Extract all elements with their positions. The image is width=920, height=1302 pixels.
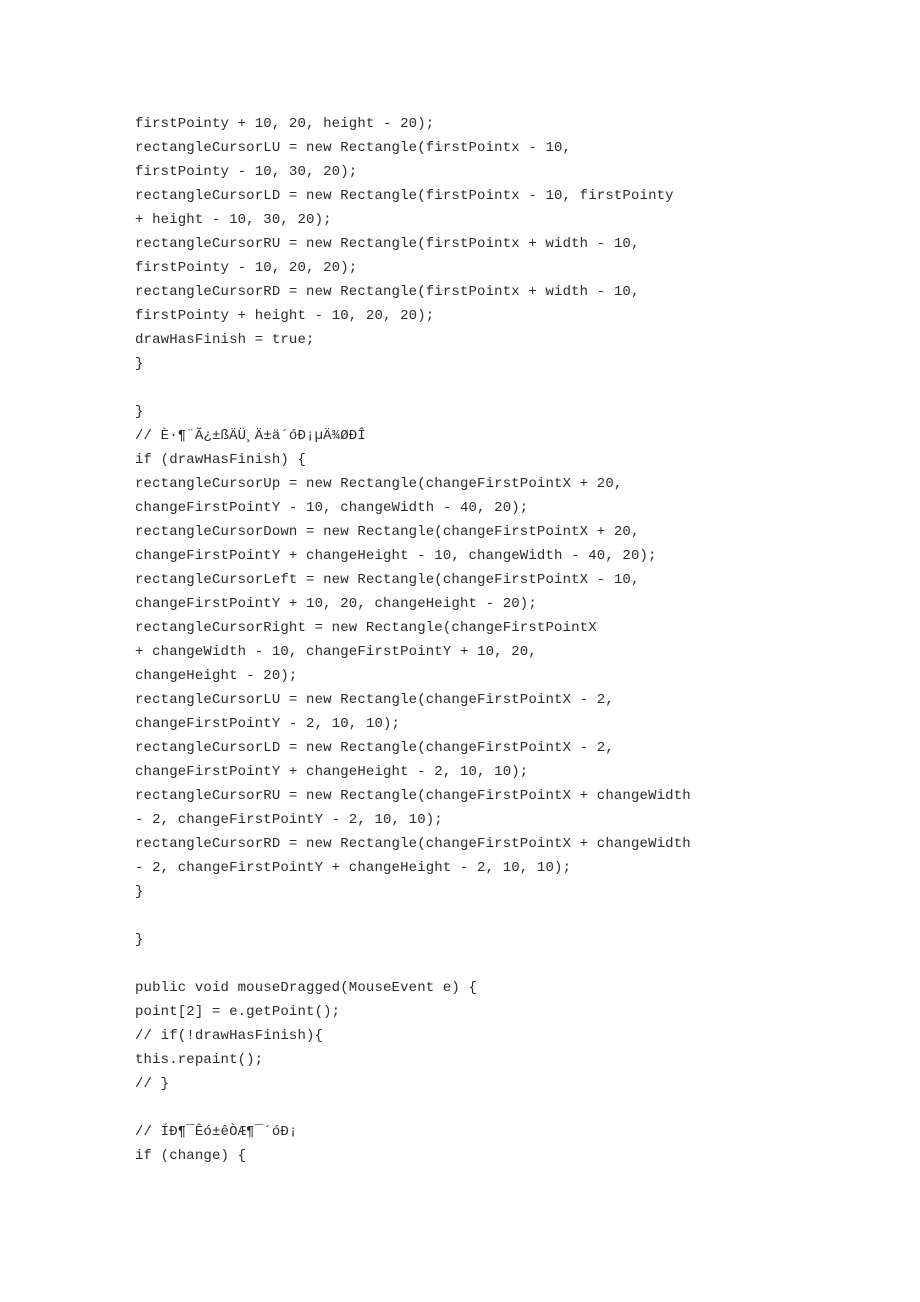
code-line: changeHeight - 20);: [135, 668, 298, 684]
code-line: changeFirstPointY - 10, changeWidth - 40…: [135, 500, 529, 516]
code-line: // if(!drawHasFinish){: [135, 1028, 324, 1044]
code-line: rectangleCursorLeft = new Rectangle(chan…: [135, 572, 640, 588]
code-line: + changeWidth - 10, changeFirstPointY + …: [135, 644, 537, 660]
code-line: firstPointy + height - 10, 20, 20);: [135, 308, 435, 324]
code-line: rectangleCursorLU = new Rectangle(firstP…: [135, 140, 572, 156]
code-line: // }: [135, 1076, 170, 1092]
document-page: firstPointy + 10, 20, height - 20); recta…: [0, 0, 920, 1302]
code-line: if (drawHasFinish) {: [135, 452, 307, 468]
code-line: // È·¶¨Ã¿±ßÄÜ¸Ä±ä´óÐ¡µÄ¾ØÐÎ: [135, 428, 366, 444]
code-line: rectangleCursorUp = new Rectangle(change…: [135, 476, 623, 492]
code-line: drawHasFinish = true;: [135, 332, 315, 348]
code-line: }: [135, 356, 144, 372]
code-line: firstPointy - 10, 30, 20);: [135, 164, 358, 180]
code-line: - 2, changeFirstPointY + changeHeight - …: [135, 860, 572, 876]
code-line: rectangleCursorLD = new Rectangle(change…: [135, 740, 614, 756]
code-listing: firstPointy + 10, 20, height - 20); recta…: [135, 112, 835, 1168]
code-line: changeFirstPointY - 2, 10, 10);: [135, 716, 401, 732]
code-line: rectangleCursorRU = new Rectangle(firstP…: [135, 236, 640, 252]
code-line: }: [135, 932, 144, 948]
code-line: rectangleCursorRD = new Rectangle(firstP…: [135, 284, 640, 300]
code-line: rectangleCursorRD = new Rectangle(change…: [135, 836, 691, 852]
code-line: rectangleCursorDown = new Rectangle(chan…: [135, 524, 640, 540]
code-line: this.repaint();: [135, 1052, 264, 1068]
code-line: public void mouseDragged(MouseEvent e) {: [135, 980, 478, 996]
code-line: rectangleCursorLU = new Rectangle(change…: [135, 692, 614, 708]
code-line: }: [135, 404, 144, 420]
code-line: firstPointy - 10, 20, 20);: [135, 260, 358, 276]
code-line: + height - 10, 30, 20);: [135, 212, 332, 228]
code-line: rectangleCursorRight = new Rectangle(cha…: [135, 620, 597, 636]
code-line: }: [135, 884, 144, 900]
code-line: changeFirstPointY + 10, 20, changeHeight…: [135, 596, 537, 612]
code-line: changeFirstPointY + changeHeight - 10, c…: [135, 548, 657, 564]
code-line: point[2] = e.getPoint();: [135, 1004, 341, 1020]
code-line: rectangleCursorRU = new Rectangle(change…: [135, 788, 691, 804]
code-line: // ÍÐ¶¯Êó±êÒÆ¶¯´óÐ¡: [135, 1124, 298, 1140]
code-line: rectangleCursorLD = new Rectangle(firstP…: [135, 188, 674, 204]
code-line: - 2, changeFirstPointY - 2, 10, 10);: [135, 812, 443, 828]
code-line: firstPointy + 10, 20, height - 20);: [135, 116, 435, 132]
code-line: if (change) {: [135, 1148, 247, 1164]
code-line: changeFirstPointY + changeHeight - 2, 10…: [135, 764, 529, 780]
